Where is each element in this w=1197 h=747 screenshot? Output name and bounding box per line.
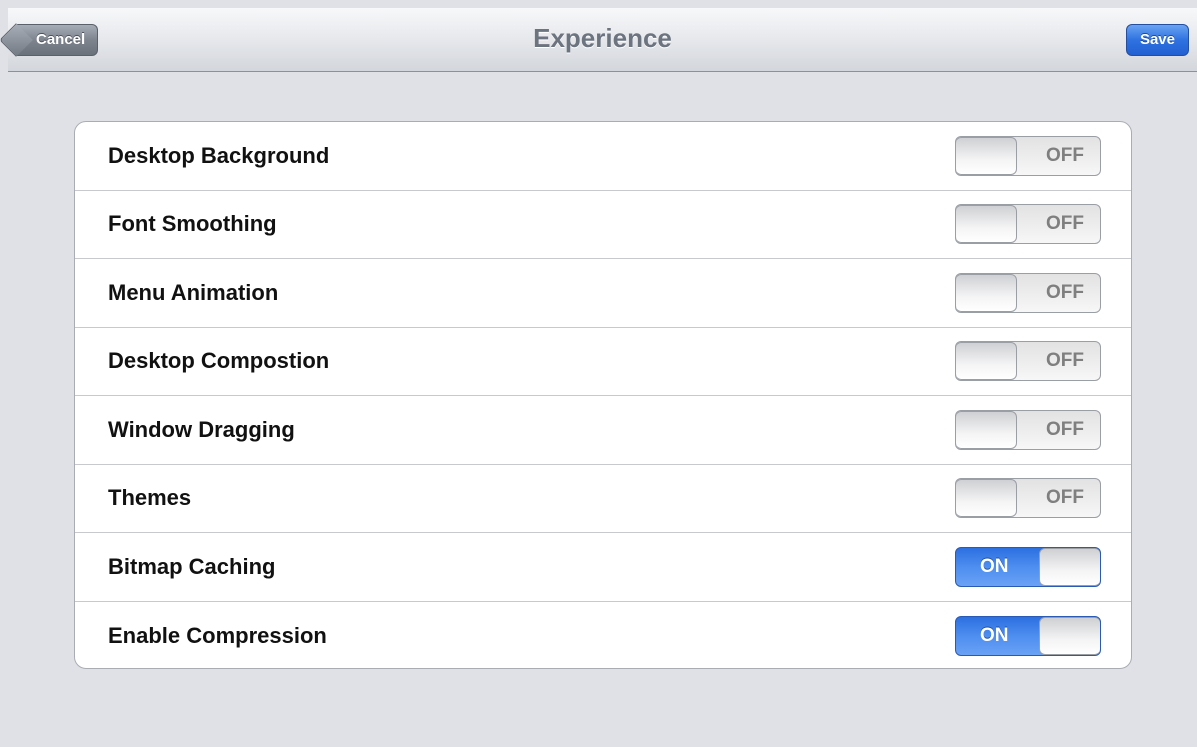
toggle-knob	[956, 342, 1017, 381]
toggle-state: OFF	[1046, 144, 1084, 166]
save-button[interactable]: Save	[1125, 24, 1189, 56]
toggle-knob	[1039, 616, 1100, 655]
bitmap-caching-toggle[interactable]: ON	[955, 546, 1101, 587]
setting-label: Menu Animation	[108, 279, 279, 305]
enable-compression-toggle[interactable]: ON	[955, 615, 1101, 656]
setting-label: Enable Compression	[108, 622, 327, 648]
toggle-state: ON	[980, 624, 1009, 646]
setting-label: Font Smoothing	[108, 211, 277, 237]
toggle-state: ON	[980, 555, 1009, 577]
desktop-background-toggle[interactable]: OFF	[955, 135, 1101, 176]
toggle-knob	[956, 479, 1017, 518]
setting-row-bitmap-caching: Bitmap Caching ON	[75, 533, 1131, 602]
setting-row-font-smoothing: Font Smoothing OFF	[75, 191, 1131, 259]
toggle-state: OFF	[1046, 281, 1084, 303]
setting-label: Themes	[108, 485, 192, 511]
toggle-state: OFF	[1046, 418, 1084, 440]
toggle-knob	[1039, 547, 1100, 586]
page-title: Experience	[533, 23, 672, 53]
setting-row-desktop-background: Desktop Background OFF	[75, 122, 1131, 191]
menu-animation-toggle[interactable]: OFF	[955, 272, 1101, 313]
toggle-state: OFF	[1046, 350, 1084, 372]
settings-group: Desktop Background OFF Font Smoothing OF…	[74, 121, 1132, 669]
setting-row-desktop-composition: Desktop Compostion OFF	[75, 328, 1131, 396]
toggle-knob	[956, 136, 1017, 175]
toggle-state: OFF	[1046, 487, 1084, 509]
setting-label: Window Dragging	[108, 416, 295, 442]
setting-label: Desktop Background	[108, 142, 330, 168]
setting-row-themes: Themes OFF	[75, 465, 1131, 533]
setting-row-window-dragging: Window Dragging OFF	[75, 396, 1131, 465]
navigation-bar: Cancel Experience Save	[8, 8, 1197, 72]
setting-label: Bitmap Caching	[108, 553, 276, 579]
toggle-knob	[956, 410, 1017, 449]
window-dragging-toggle[interactable]: OFF	[955, 409, 1101, 450]
setting-row-menu-animation: Menu Animation OFF	[75, 259, 1131, 328]
desktop-composition-toggle[interactable]: OFF	[955, 341, 1101, 382]
toggle-state: OFF	[1046, 213, 1084, 235]
cancel-button-label: Cancel	[36, 31, 86, 48]
toggle-knob	[956, 205, 1017, 244]
toggle-knob	[956, 273, 1017, 312]
themes-toggle[interactable]: OFF	[955, 478, 1101, 519]
font-smoothing-toggle[interactable]: OFF	[955, 204, 1101, 245]
setting-row-enable-compression: Enable Compression ON	[75, 602, 1131, 669]
setting-label: Desktop Compostion	[108, 348, 330, 374]
